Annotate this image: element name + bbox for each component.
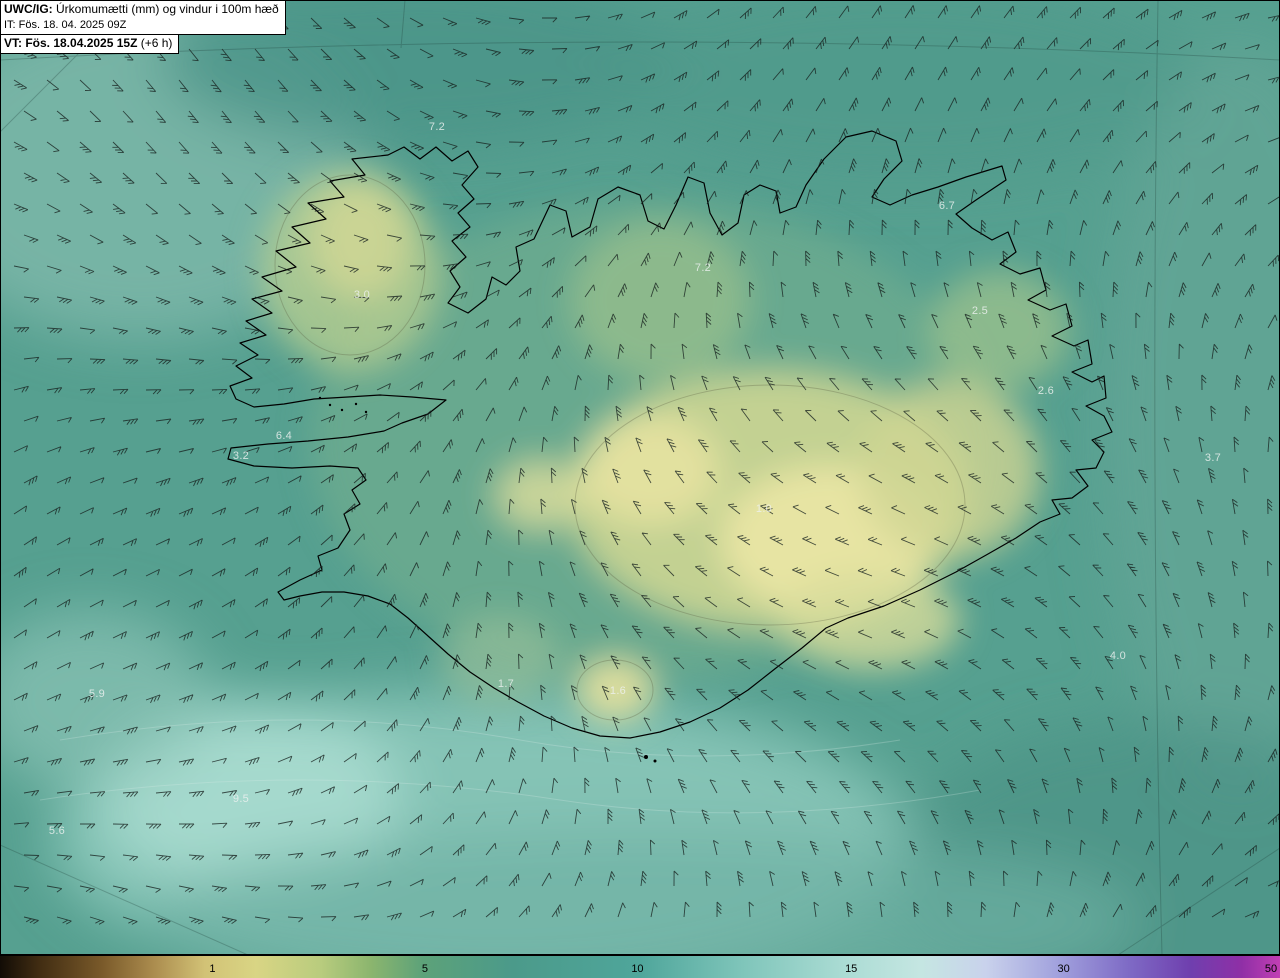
valid-time: VT: Fös. 18.04.2025 15Z: [4, 35, 138, 50]
colorbar-tick-label: 30: [1057, 963, 1070, 975]
colorbar-tick-label: 10: [631, 963, 644, 975]
valid-time-box: VT: Fös. 18.04.2025 15Z (+6 h): [0, 33, 180, 55]
title-box: UWC/IG: Úrkomumætti (mm) og vindur i 100…: [0, 0, 286, 35]
lead-time: (+6 h): [137, 35, 173, 50]
weather-map: [0, 0, 1280, 955]
colorbar: 1 5 10 15 30 50: [0, 955, 1280, 978]
map-title: Úrkomumætti (mm) og vindur i 100m hæð: [52, 2, 279, 16]
weather-map-page: 7.2 6.7 7.2 3.0 2.5 2.6 6.4 3.2 3.7 1.0 4.0 5.9 1.7 1…: [0, 0, 1280, 978]
colorbar-tick-label: 5: [421, 963, 429, 975]
model-name: UWC/IG:: [4, 2, 53, 16]
init-time: IT: Fös. 18. 04. 2025 09Z: [4, 18, 127, 31]
colorbar-tick-label: 50: [1264, 963, 1278, 975]
colorbar-tick-label: 1: [209, 963, 216, 975]
colorbar-tick-label: 15: [845, 963, 858, 975]
map-header: UWC/IG: Úrkomumætti (mm) og vindur i 100…: [0, 0, 286, 55]
